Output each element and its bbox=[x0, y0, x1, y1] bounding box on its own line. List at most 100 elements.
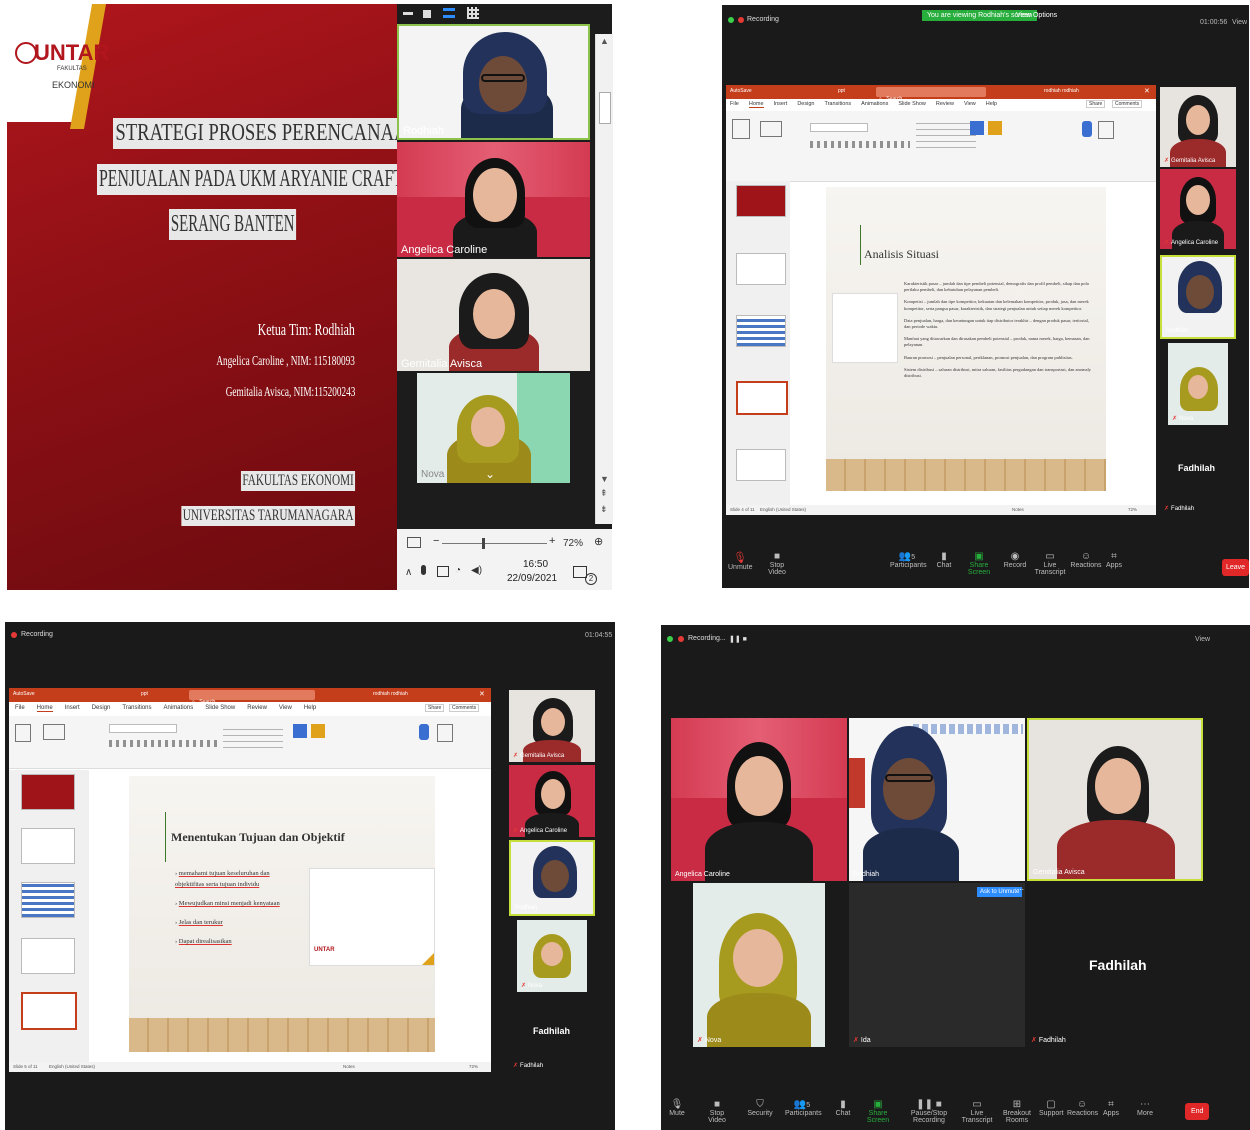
chat-button[interactable]: ▮ Chat bbox=[833, 1099, 853, 1117]
slide-thumb-2[interactable] bbox=[21, 828, 75, 864]
security-button[interactable]: ⛉ Security bbox=[747, 1099, 773, 1117]
mute-button[interactable]: 🎙 Mute bbox=[667, 1099, 687, 1117]
q1-member2: Gemitalia Avisca, NIM:115200243 bbox=[225, 385, 355, 400]
share-button[interactable]: Share bbox=[425, 704, 445, 712]
slide-thumb-3[interactable] bbox=[736, 315, 786, 347]
view-options-button[interactable]: View Options bbox=[1016, 12, 1057, 19]
minimize-icon[interactable] bbox=[403, 12, 413, 15]
q1-university: UNIVERSITAS TARUMANAGARA bbox=[181, 506, 355, 526]
support-icon: ▢ bbox=[1046, 1099, 1056, 1110]
stop-video-button[interactable]: ■ Stop Video bbox=[760, 551, 794, 576]
q2-tile-angelica[interactable]: ✗ Angelica Caroline bbox=[1160, 169, 1236, 249]
close-icon[interactable]: ✕ bbox=[1144, 87, 1150, 95]
q3-tile-rodhiah[interactable]: Rodhiah bbox=[509, 840, 595, 916]
slide-thumb-4[interactable] bbox=[21, 938, 75, 974]
ppt-search-box[interactable]: ⌕ Search bbox=[876, 87, 986, 102]
glasses-icon bbox=[481, 74, 525, 82]
keyboard-icon bbox=[437, 566, 449, 577]
q3-tile-fadhilah[interactable]: Fadhilah ✗ Fadhilah bbox=[509, 996, 595, 1072]
ask-to-unmute-button[interactable]: Ask to Unmute bbox=[977, 887, 1023, 897]
q4-tile-rodhiah[interactable]: Rodhiah bbox=[849, 718, 1025, 881]
share-screen-button[interactable]: ▣ Share Screen bbox=[962, 551, 996, 576]
q2-tile-gemitalia[interactable]: ✗ Gemitalia Avisca bbox=[1160, 87, 1236, 167]
comments-button[interactable]: Comments bbox=[1112, 100, 1143, 108]
more-options-icon[interactable]: ⋯ bbox=[1017, 886, 1024, 894]
slide-thumb-4[interactable] bbox=[736, 381, 788, 415]
slide-bullets: › memahami tujuan keseluruhan dan objekt… bbox=[175, 870, 280, 945]
unmute-button[interactable]: 🎙 Unmute bbox=[728, 551, 753, 571]
q4-tile-ida[interactable]: Ask to Unmute ⋯ ✗ Ida bbox=[849, 883, 1025, 1047]
slide-bullets: Karakteristik pasar – jumlah dan tipe pe… bbox=[904, 281, 1092, 379]
slide-thumb-5[interactable] bbox=[736, 449, 786, 481]
fit-slide-icon[interactable]: ⊕ bbox=[594, 535, 603, 548]
slide-thumb-3[interactable] bbox=[21, 882, 75, 918]
meeting-timer: 01:00:56 bbox=[1200, 19, 1228, 26]
reactions-button[interactable]: ☺ Reactions bbox=[1070, 551, 1102, 569]
more-button[interactable]: ⋯ More bbox=[1135, 1099, 1155, 1117]
q2-tile-fadhilah[interactable]: Fadhilah ✗ Fadhilah bbox=[1160, 429, 1236, 515]
end-button[interactable]: End bbox=[1185, 1103, 1210, 1120]
q4-tile-angelica[interactable]: Angelica Caroline bbox=[671, 718, 847, 881]
q1-scrollbar[interactable]: ▲ ▼ ⇞ ⇟ bbox=[595, 34, 613, 524]
apps-button[interactable]: ⌗ Apps bbox=[1101, 1099, 1121, 1117]
zoom-slider[interactable] bbox=[442, 538, 547, 549]
tray-chevron-icon[interactable]: ∧ bbox=[405, 567, 412, 578]
chevron-down-icon[interactable]: ⌄ bbox=[485, 467, 495, 481]
slide-title: Menentukan Tujuan dan Objektif bbox=[171, 830, 345, 844]
q3-tile-angelica[interactable]: ✗ Angelica Caroline bbox=[509, 765, 595, 837]
ppt-search-box[interactable]: ⌕ Search bbox=[189, 690, 315, 705]
q1-participant-strip: Rodhiah Angelica Caroline Gemitalia Avis… bbox=[397, 4, 612, 529]
q1-tile-rodhiah[interactable]: Rodhiah bbox=[397, 24, 590, 140]
participants-button[interactable]: 👥5 Participants bbox=[890, 551, 927, 569]
pause-recording-icon[interactable]: ❚❚ ■ bbox=[729, 635, 747, 643]
q1-screenshot: UNTAR FAKULTAS EKONOMI STRATEGI PROSES P… bbox=[7, 4, 613, 590]
q4-tile-gemitalia[interactable]: Gemitalia Avisca bbox=[1027, 718, 1203, 881]
leave-button[interactable]: Leave bbox=[1222, 559, 1250, 576]
view-button[interactable]: View bbox=[1232, 19, 1247, 26]
live-transcript-button[interactable]: ▭ Live Transcript bbox=[1030, 551, 1070, 576]
slide-thumb-1[interactable] bbox=[21, 774, 75, 810]
gallery-view-icon[interactable] bbox=[467, 7, 479, 19]
close-icon[interactable]: ✕ bbox=[479, 690, 485, 698]
breakout-rooms-button[interactable]: ⊞ Breakout Rooms bbox=[997, 1099, 1037, 1124]
view-button[interactable]: View bbox=[1195, 636, 1210, 643]
reactions-button[interactable]: ☺ Reactions bbox=[1067, 1099, 1098, 1117]
q3-tile-nova[interactable]: ✗ Nova bbox=[517, 920, 587, 992]
q1-tile-angelica[interactable]: Angelica Caroline bbox=[397, 142, 590, 257]
grid-view-icon[interactable] bbox=[423, 10, 431, 18]
q2-screenshot: Recording You are viewing Rodhiah's scre… bbox=[722, 5, 1250, 588]
record-button[interactable]: ◉ Record bbox=[1002, 551, 1028, 569]
speaker-view-icon[interactable] bbox=[443, 8, 455, 18]
q4-tile-nova[interactable]: ✗ Nova bbox=[693, 883, 825, 1047]
recording-label: Recording... bbox=[688, 635, 726, 642]
share-button[interactable]: Share bbox=[1086, 100, 1106, 108]
slide-thumb-5[interactable] bbox=[21, 992, 77, 1030]
q2-tile-nova[interactable]: ✗ Nova bbox=[1168, 343, 1228, 425]
reactions-icon: ☺ bbox=[1076, 1099, 1088, 1110]
scroll-up-icon[interactable]: ▲ bbox=[600, 36, 609, 46]
wifi-icon: ◔ bbox=[455, 565, 462, 576]
q2-tile-rodhiah[interactable]: Rodhiah bbox=[1160, 255, 1236, 339]
notification-badge: 2 bbox=[585, 573, 597, 585]
slide-view-icon[interactable] bbox=[407, 537, 421, 548]
slide-thumb-1[interactable] bbox=[736, 185, 786, 217]
comments-button[interactable]: Comments bbox=[449, 704, 480, 712]
slide-wood-floor bbox=[826, 459, 1106, 491]
q3-tile-gemitalia[interactable]: ✗ Gemitalia Avisca bbox=[509, 690, 595, 762]
live-transcript-button[interactable]: ▭ Live Transcript bbox=[959, 1099, 995, 1124]
q3-slide: Menentukan Tujuan dan Objektif › memaham… bbox=[129, 776, 435, 1052]
pause-stop-recording-button[interactable]: ❚❚ ■ Pause/Stop Recording bbox=[901, 1099, 957, 1124]
scroll-thumb[interactable] bbox=[599, 92, 611, 124]
chat-button[interactable]: ▮ Chat bbox=[934, 551, 954, 569]
q4-tile-fadhilah[interactable]: Fadhilah ✗ Fadhilah bbox=[1027, 883, 1203, 1047]
apps-button[interactable]: ⌗ Apps bbox=[1104, 551, 1124, 569]
support-button[interactable]: ▢ Support bbox=[1039, 1099, 1064, 1117]
participant-name: Nova bbox=[421, 469, 445, 480]
scroll-down-icon[interactable]: ▼ bbox=[600, 474, 609, 484]
participants-button[interactable]: 👥5 Participants bbox=[785, 1099, 822, 1117]
share-screen-button[interactable]: ▣ Share Screen bbox=[861, 1099, 895, 1124]
q1-tile-nova[interactable]: Nova ⌄ bbox=[417, 373, 570, 483]
stop-video-button[interactable]: ■ Stop Video bbox=[701, 1099, 733, 1124]
slide-thumb-2[interactable] bbox=[736, 253, 786, 285]
q1-tile-gemitalia[interactable]: Gemitalia Avisca bbox=[397, 259, 590, 371]
